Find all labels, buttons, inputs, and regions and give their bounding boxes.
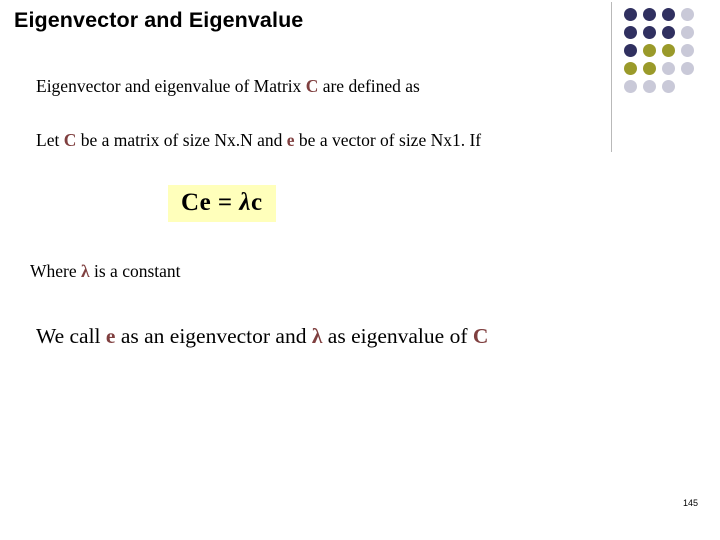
dot-icon	[662, 62, 675, 75]
dot-row	[624, 8, 712, 21]
vertical-divider	[611, 2, 612, 152]
lambda-symbol: λ	[311, 324, 323, 348]
dot-icon	[643, 62, 656, 75]
dot-icon	[624, 8, 637, 21]
dot-row	[624, 62, 712, 75]
definition-prefix: Eigenvector and eigenvalue of Matrix	[36, 76, 306, 96]
dot-icon	[624, 26, 637, 39]
dot-icon	[681, 26, 694, 39]
definition-suffix: are defined as	[318, 76, 420, 96]
dot-icon	[662, 8, 675, 21]
conclusion-mid: as an eigenvector and	[115, 324, 312, 348]
dot-icon	[662, 26, 675, 39]
dot-icon	[624, 44, 637, 57]
lambda-note-prefix: Where	[30, 261, 82, 281]
matrix-variable-c: C	[305, 76, 319, 96]
equation-e: e	[199, 189, 212, 216]
dot-icon	[681, 62, 694, 75]
vector-variable-e: e	[286, 130, 295, 150]
decorative-dot-grid	[624, 8, 712, 98]
dot-row	[624, 80, 712, 93]
equation-lambda: λ	[239, 189, 252, 216]
dot-row	[624, 44, 712, 57]
equation-block: Ce = λc	[168, 185, 276, 222]
lambda-note-line: Where λ is a constant	[30, 259, 430, 283]
slide: Eigenvector and Eigenvalue Eigenvector a…	[0, 0, 720, 540]
page-number: 145	[682, 498, 698, 508]
conclusion-line: We call e as an eigenvector and λ as eig…	[36, 322, 676, 352]
matrix-variable-c: C	[63, 130, 77, 150]
dot-icon	[681, 44, 694, 57]
lambda-note-suffix: is a constant	[89, 261, 181, 281]
dot-icon	[662, 80, 675, 93]
equation-e2: c	[251, 189, 263, 216]
dot-icon	[662, 44, 675, 57]
conclusion-prefix: We call	[36, 324, 106, 348]
setup-line: Let C be a matrix of size Nx.N and e be …	[36, 128, 606, 152]
dot-row	[624, 26, 712, 39]
setup-suffix: be a vector of size Nx1. If	[294, 130, 482, 150]
dot-icon	[643, 26, 656, 39]
dot-icon	[643, 80, 656, 93]
dot-icon	[624, 80, 637, 93]
definition-line: Eigenvector and eigenvalue of Matrix C a…	[36, 74, 596, 98]
setup-mid: be a matrix of size Nx.N and	[76, 130, 287, 150]
dot-icon	[681, 8, 694, 21]
matrix-variable-c: C	[472, 324, 489, 348]
conclusion-mid2: as eigenvalue of	[322, 324, 473, 348]
lambda-symbol: λ	[81, 261, 90, 281]
dot-icon	[643, 8, 656, 21]
dot-icon	[643, 44, 656, 57]
equation-c: C	[181, 189, 200, 216]
setup-prefix: Let	[36, 130, 64, 150]
equation-equals: =	[211, 189, 240, 216]
dot-icon	[624, 62, 637, 75]
page-title: Eigenvector and Eigenvalue	[14, 8, 304, 32]
